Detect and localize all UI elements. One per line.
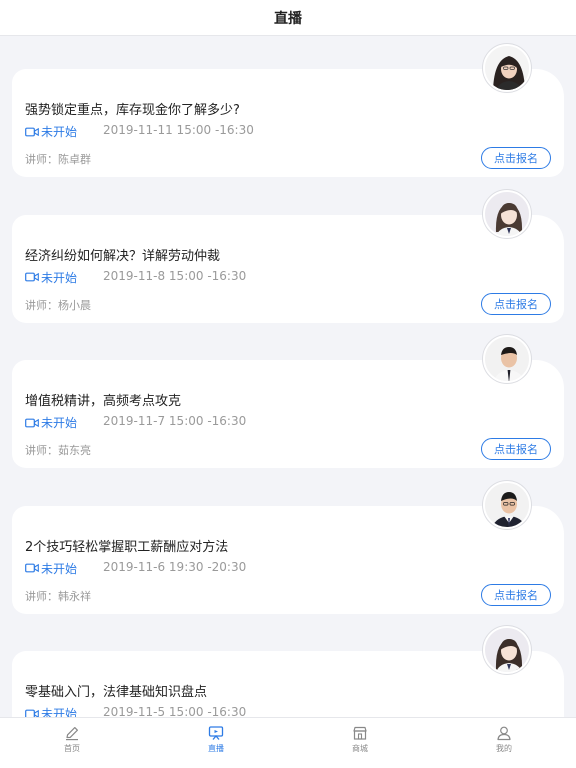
course-card[interactable]: 零基础入门，法律基础知识盘点 未开始 2019-11-5 15:00 -16:3… (0, 619, 576, 717)
course-card[interactable]: 2个技巧轻松掌握职工薪酬应对方法 未开始 2019-11-6 19:30 -20… (0, 474, 576, 620)
bottom-tab-bar: 首页 直播 商城 我的 (0, 717, 576, 768)
status-badge: 未开始 (25, 123, 77, 140)
status-text: 未开始 (41, 125, 78, 139)
course-time: 2019-11-11 15:00 -16:30 (103, 123, 254, 137)
video-camera-icon (25, 563, 39, 573)
course-card[interactable]: 增值税精讲，高频考点攻克 未开始 2019-11-7 15:00 -16:30 … (0, 328, 576, 474)
course-card-body[interactable]: 2个技巧轻松掌握职工薪酬应对方法 未开始 2019-11-6 19:30 -20… (12, 505, 564, 614)
tab-label: 首页 (64, 744, 80, 753)
tab-mine[interactable]: 我的 (432, 718, 576, 768)
tab-label: 我的 (496, 744, 512, 753)
edit-icon (66, 727, 78, 741)
course-title[interactable]: 2个技巧轻松掌握职工薪酬应对方法 (25, 536, 228, 555)
course-time: 2019-11-6 19:30 -20:30 (103, 559, 247, 574)
tab-label: 商城 (352, 744, 368, 753)
status-text: 未开始 (41, 707, 78, 717)
course-card[interactable]: 经济纠纷如何解决？详解劳动仲裁 未开始 2019-11-8 15:00 -16:… (0, 183, 576, 329)
course-card-body[interactable]: 经济纠纷如何解决？详解劳动仲裁 未开始 2019-11-8 15:00 -16:… (12, 214, 564, 323)
lecturer-name: 讲师：茹东亮 (25, 444, 91, 457)
signup-button[interactable]: 点击报名 (481, 438, 551, 460)
status-badge: 未开始 (25, 705, 77, 717)
course-card-body[interactable]: 增值税精讲，高频考点攻克 未开始 2019-11-7 15:00 -16:30 … (12, 360, 564, 468)
store-icon (353, 726, 367, 740)
lecturer-avatar (483, 44, 531, 92)
course-time: 2019-11-7 15:00 -16:30 (103, 414, 247, 428)
lecturer-avatar (483, 189, 531, 238)
signup-button[interactable]: 点击报名 (481, 292, 551, 315)
course-title[interactable]: 强势锁定重点，库存现金你了解多少? (25, 99, 240, 118)
tab-label: 直播 (208, 744, 224, 753)
video-camera-icon (25, 709, 39, 717)
lecturer-name: 讲师：陈卓群 (25, 153, 91, 166)
course-card[interactable]: 强势锁定重点，库存现金你了解多少? 未开始 2019-11-11 15:00 -… (0, 37, 576, 183)
course-time: 2019-11-5 15:00 -16:30 (103, 705, 247, 717)
tab-store[interactable]: 商城 (288, 718, 432, 768)
live-icon (208, 726, 224, 740)
video-camera-icon (25, 418, 39, 427)
video-camera-icon (25, 272, 39, 282)
lecturer-name: 讲师：韩永祥 (25, 589, 91, 603)
tab-home[interactable]: 首页 (0, 718, 144, 768)
page-title: 直播 (274, 10, 302, 27)
course-time: 2019-11-8 15:00 -16:30 (103, 268, 247, 283)
status-badge: 未开始 (25, 269, 77, 286)
user-icon (497, 726, 511, 741)
course-title[interactable]: 经济纠纷如何解决？详解劳动仲裁 (25, 245, 220, 264)
video-camera-icon (25, 127, 39, 136)
course-title[interactable]: 零基础入门，法律基础知识盘点 (25, 681, 207, 700)
status-text: 未开始 (41, 416, 78, 430)
status-text: 未开始 (41, 561, 78, 576)
course-card-body[interactable]: 零基础入门，法律基础知识盘点 未开始 2019-11-5 15:00 -16:3… (12, 651, 564, 717)
lecturer-avatar (483, 626, 531, 674)
signup-button[interactable]: 点击报名 (481, 583, 551, 606)
lecturer-avatar (483, 480, 531, 529)
lecturer-name: 讲师：杨小晨 (25, 298, 91, 312)
status-badge: 未开始 (25, 414, 77, 431)
signup-button[interactable]: 点击报名 (481, 147, 551, 169)
status-badge: 未开始 (25, 560, 77, 577)
lecturer-avatar (483, 335, 531, 383)
course-list[interactable]: 强势锁定重点，库存现金你了解多少? 未开始 2019-11-11 15:00 -… (0, 37, 576, 717)
status-text: 未开始 (41, 270, 78, 285)
course-card-body[interactable]: 强势锁定重点，库存现金你了解多少? 未开始 2019-11-11 15:00 -… (12, 69, 564, 177)
tab-live[interactable]: 直播 (144, 718, 288, 768)
course-title[interactable]: 增值税精讲，高频考点攻克 (25, 390, 181, 409)
app-header: 直播 (0, 0, 576, 36)
